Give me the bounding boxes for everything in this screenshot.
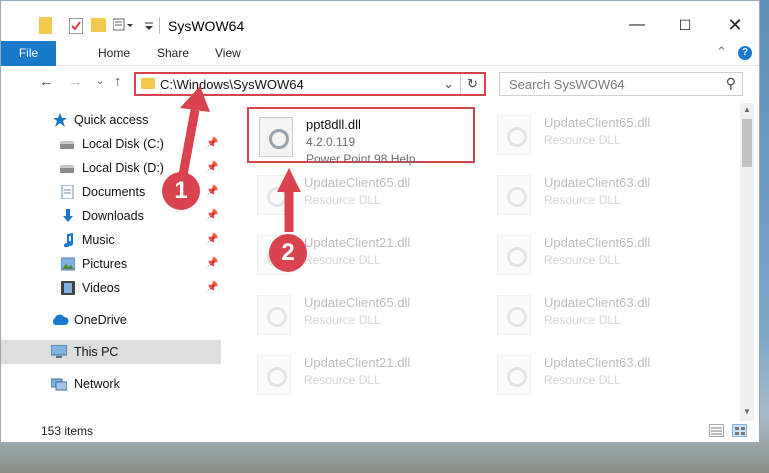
step-badge-2: 2 bbox=[269, 234, 307, 272]
step-badge-1: 1 bbox=[162, 172, 200, 210]
annotation-arrows bbox=[178, 86, 301, 232]
arrow-2 bbox=[277, 168, 301, 232]
arrow-1 bbox=[178, 86, 210, 176]
